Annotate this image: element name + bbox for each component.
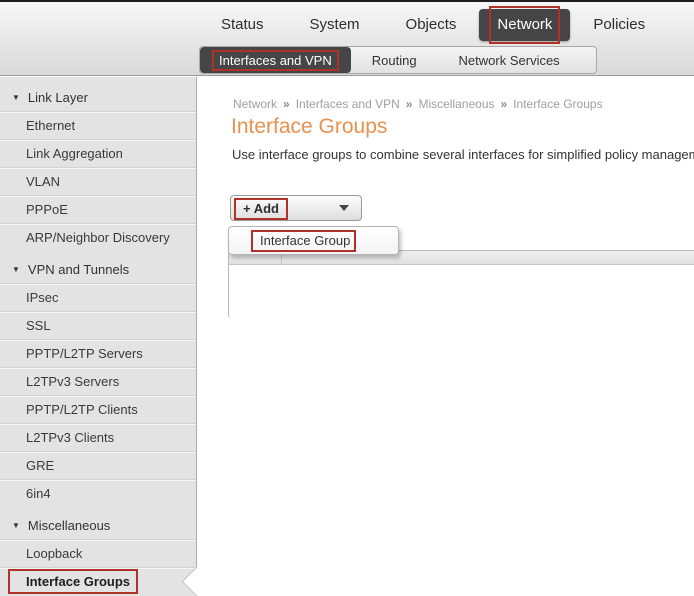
add-dropdown-menu: Interface Group [228, 226, 399, 255]
sidebar-item-gre[interactable]: GRE [0, 451, 196, 479]
tab-status[interactable]: Status [198, 9, 287, 41]
sidebar-header-label: VPN and Tunnels [28, 262, 129, 277]
sidebar-item-l2tpv3-servers[interactable]: L2TPv3 Servers [0, 367, 196, 395]
sidebar-item-pptp-l2tp-servers[interactable]: PPTP/L2TP Servers [0, 339, 196, 367]
sidebar-header-label: Link Layer [28, 90, 88, 105]
sidebar-header-label: Miscellaneous [28, 518, 110, 533]
breadcrumb-separator: » [501, 97, 508, 111]
breadcrumb-separator: » [283, 97, 290, 111]
tab-network-services[interactable]: Network Services [438, 47, 581, 73]
chevron-down-icon [339, 205, 349, 211]
sidebar-item-l2tpv3-clients[interactable]: L2TPv3 Clients [0, 423, 196, 451]
breadcrumb-separator: » [406, 97, 413, 111]
breadcrumb: Network » Interfaces and VPN » Miscellaneous… [233, 97, 603, 111]
tab-interfaces-and-vpn[interactable]: Interfaces and VPN [200, 47, 351, 73]
sidebar-item-vlan[interactable]: VLAN [0, 167, 196, 195]
header-bar: Status System Objects Network Policies I… [0, 2, 694, 76]
interface-groups-table [228, 250, 694, 319]
sidebar-item-ipsec[interactable]: IPsec [0, 283, 196, 311]
add-button-label: + Add [234, 198, 288, 220]
annotation-box-network: Network [489, 6, 560, 44]
top-navigation: Status System Objects Network Policies [198, 9, 668, 41]
sidebar-item-arp-neighbor-discovery[interactable]: ARP/Neighbor Discovery [0, 223, 196, 251]
collapse-triangle-icon: ▼ [12, 93, 20, 102]
main-content: Network » Interfaces and VPN » Miscellaneous… [197, 77, 694, 596]
breadcrumb-interfaces-and-vpn[interactable]: Interfaces and VPN [296, 97, 400, 111]
sidebar-header-miscellaneous[interactable]: ▼ Miscellaneous [0, 511, 196, 539]
sidebar-item-interface-groups[interactable]: Interface Groups [0, 567, 196, 595]
tab-routing[interactable]: Routing [351, 47, 438, 73]
tab-network[interactable]: Network [479, 9, 570, 41]
breadcrumb-miscellaneous[interactable]: Miscellaneous [418, 97, 494, 111]
sidebar-section-miscellaneous: ▼ Miscellaneous Loopback Interface Group… [0, 511, 196, 595]
sidebar-section-vpn-and-tunnels: ▼ VPN and Tunnels IPsec SSL PPTP/L2TP Se… [0, 255, 196, 507]
tab-policies[interactable]: Policies [570, 9, 668, 41]
sub-navigation: Interfaces and VPN Routing Network Servi… [199, 46, 597, 74]
annotation-box-menu-interface-group: Interface Group [251, 230, 356, 252]
sidebar-header-vpn-and-tunnels[interactable]: ▼ VPN and Tunnels [0, 255, 196, 283]
collapse-triangle-icon: ▼ [12, 521, 20, 530]
annotation-box-interfaces-vpn: Interfaces and VPN [212, 50, 339, 71]
sidebar: ▼ Link Layer Ethernet Link Aggregation V… [0, 77, 197, 596]
page-title: Interface Groups [231, 115, 387, 139]
tab-system[interactable]: System [287, 9, 383, 41]
sidebar-item-ssl[interactable]: SSL [0, 311, 196, 339]
menu-item-interface-group[interactable]: Interface Group [229, 227, 398, 254]
sidebar-item-ethernet[interactable]: Ethernet [0, 111, 196, 139]
sidebar-header-link-layer[interactable]: ▼ Link Layer [0, 83, 196, 111]
annotation-box-interface-groups: Interface Groups [8, 569, 138, 594]
page-description: Use interface groups to combine several … [232, 147, 694, 162]
add-button[interactable]: + Add [230, 195, 362, 221]
sidebar-section-link-layer: ▼ Link Layer Ethernet Link Aggregation V… [0, 83, 196, 251]
breadcrumb-interface-groups[interactable]: Interface Groups [513, 97, 602, 111]
collapse-triangle-icon: ▼ [12, 265, 20, 274]
tab-objects[interactable]: Objects [383, 9, 480, 41]
table-body-empty [229, 265, 694, 319]
sidebar-item-loopback[interactable]: Loopback [0, 539, 196, 567]
sidebar-item-link-aggregation[interactable]: Link Aggregation [0, 139, 196, 167]
sidebar-item-6in4[interactable]: 6in4 [0, 479, 196, 507]
sidebar-item-pppoe[interactable]: PPPoE [0, 195, 196, 223]
sidebar-item-pptp-l2tp-clients[interactable]: PPTP/L2TP Clients [0, 395, 196, 423]
breadcrumb-network[interactable]: Network [233, 97, 277, 111]
